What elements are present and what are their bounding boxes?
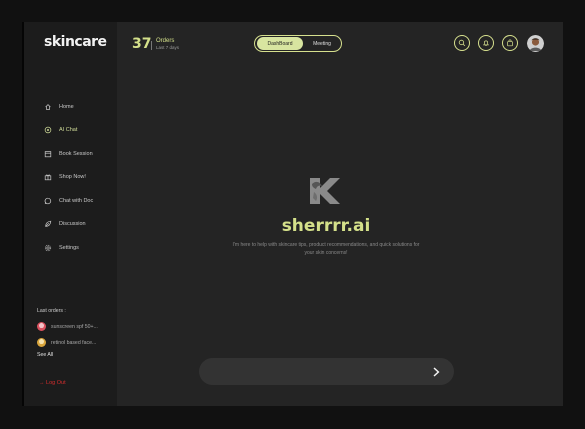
sidebar-item-settings[interactable]: Settings <box>43 241 117 255</box>
orders-title: Orders <box>156 38 175 44</box>
gift-icon <box>43 172 53 182</box>
sidebar-item-label: Discussion <box>59 221 86 227</box>
avatar[interactable] <box>527 35 544 52</box>
bell-icon[interactable] <box>478 35 494 51</box>
chat-bar <box>199 358 454 385</box>
order-label: retinol based face... <box>51 339 97 346</box>
divider <box>151 41 152 50</box>
view-toggle: DashBoard Meeting <box>254 35 342 52</box>
sidebar-item-home[interactable]: Home <box>43 100 117 114</box>
send-button[interactable] <box>431 365 443 377</box>
gear-icon <box>43 243 53 253</box>
brand-name: sherrrr.ai <box>281 216 371 236</box>
order-item[interactable]: sunscreen spf 50+... <box>37 321 98 332</box>
sidebar-item-chat-with-doc[interactable]: Chat with Doc <box>43 194 117 208</box>
tab-dashboard[interactable]: DashBoard <box>257 37 303 50</box>
last-orders-heading: Last orders : <box>37 308 66 314</box>
sidebar-item-ai-chat[interactable]: AI Chat <box>43 123 117 137</box>
home-icon <box>43 102 53 112</box>
sidebar-item-label: Settings <box>59 245 79 251</box>
product-thumbnail <box>37 338 46 347</box>
sidebar-item-discussion[interactable]: Discussion <box>43 217 117 231</box>
assistant-intro-text: I'm here to help with skincare tips, pro… <box>232 242 420 256</box>
orders-period: Last 7 days <box>156 45 180 50</box>
sidebar-item-label: Home <box>59 104 74 110</box>
order-item[interactable]: retinol based face... <box>37 337 96 348</box>
order-label: sunscreen spf 50+... <box>51 323 98 330</box>
app-window: skincare Home AI Chat Book Session Shop … <box>22 22 563 406</box>
chat-bubble-icon <box>43 196 53 206</box>
calendar-icon <box>43 149 53 159</box>
bag-icon[interactable] <box>502 35 518 51</box>
sherrrr-logo-icon <box>306 174 342 208</box>
sidebar-item-label: AI Chat <box>59 127 78 133</box>
sidebar-item-label: Book Session <box>59 151 93 157</box>
sidebar-item-label: Chat with Doc <box>59 198 94 204</box>
sidebar-item-book-session[interactable]: Book Session <box>43 147 117 161</box>
ai-chat-icon <box>43 125 53 135</box>
sidebar-item-shop-now[interactable]: Shop Now! <box>43 170 117 184</box>
see-all-link[interactable]: See All <box>37 352 53 358</box>
logo[interactable]: skincare <box>44 34 107 50</box>
chat-input[interactable] <box>213 364 417 381</box>
sidebar-item-label: Shop Now! <box>59 174 86 180</box>
search-icon[interactable] <box>454 35 470 51</box>
leaf-icon <box>43 219 53 229</box>
sidebar: skincare Home AI Chat Book Session Shop … <box>22 22 117 406</box>
logout-button[interactable]: → Log Out <box>39 380 66 386</box>
chevron-right-icon <box>433 367 440 377</box>
tab-meeting[interactable]: Meeting <box>303 37 341 50</box>
orders-count: 37 <box>132 36 152 52</box>
product-thumbnail <box>37 322 46 331</box>
